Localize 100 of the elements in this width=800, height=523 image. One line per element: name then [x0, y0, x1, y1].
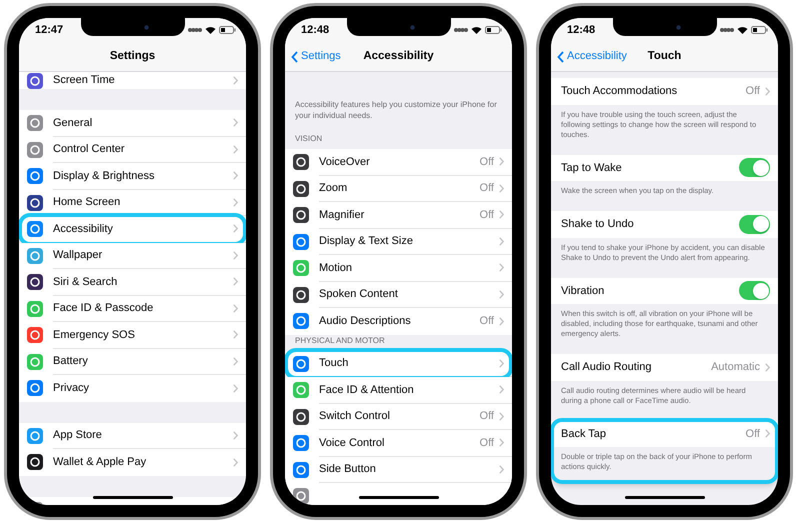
row-label: Display & Brightness — [53, 168, 156, 184]
row-label: Spoken Content — [319, 287, 399, 302]
settings-row[interactable]: VoiceOver Off — [285, 149, 512, 176]
row-label: Screen Time — [53, 73, 116, 88]
row-label: Call Audio Routing — [561, 360, 653, 375]
wifi-icon — [737, 26, 748, 34]
chevron-icon — [233, 330, 238, 340]
settings-row[interactable]: Accessibility — [19, 216, 246, 242]
settings-row[interactable]: Call Audio Routing Automatic — [551, 354, 778, 380]
row-label: Touch — [319, 356, 350, 371]
row-label: Face ID & Passcode — [53, 301, 154, 316]
settings-row[interactable]: Shake to Undo — [551, 211, 778, 238]
chevron-icon — [499, 157, 504, 166]
settings-row[interactable]: Side Button — [285, 456, 512, 483]
row-label: Wallet & Apple Pay — [53, 455, 148, 470]
settings-row[interactable]: Touch Accommodations Off — [551, 78, 778, 104]
settings-row[interactable]: Spoken Content — [285, 282, 512, 308]
row-label: Accessibility — [53, 222, 114, 236]
row-value: Off — [480, 409, 494, 424]
wifi-icon — [205, 26, 216, 34]
row-value: Automatic — [711, 360, 760, 375]
status-time: 12:48 — [567, 22, 596, 38]
row-label: Audio Descriptions — [319, 314, 412, 329]
settings-row[interactable]: General — [19, 110, 246, 136]
chevron-icon — [233, 277, 238, 286]
settings-row[interactable]: Siri & Search — [19, 269, 246, 296]
status-time: 12:48 — [301, 22, 330, 38]
description-text: Accessibility features help you customize your iPhone for your individual needs. — [294, 99, 498, 122]
settings-row[interactable]: Emergency SOS — [19, 322, 246, 348]
settings-row[interactable]: Tap to Wake — [551, 154, 778, 181]
settings-row[interactable]: Vibration — [551, 278, 778, 304]
row-label: Wallpaper — [53, 248, 104, 263]
row-label: Privacy — [53, 381, 90, 396]
row-label: Vibration — [561, 284, 606, 298]
row-label: App Store — [53, 428, 103, 443]
chevron-icon — [499, 438, 504, 448]
toggle-switch[interactable] — [739, 281, 770, 300]
settings-row[interactable]: Wallet & Apple Pay — [19, 449, 246, 476]
toggle-switch[interactable] — [739, 214, 770, 234]
row-label: Display & Text Size — [319, 234, 414, 249]
chevron-icon — [233, 250, 238, 260]
settings-row[interactable]: Motion — [285, 255, 512, 282]
chevron-icon — [765, 86, 770, 96]
chevron-icon — [765, 429, 770, 438]
settings-row[interactable]: Audio Descriptions Off — [285, 308, 512, 334]
camera-icon — [144, 24, 149, 30]
row-label: Home Screen — [53, 195, 122, 210]
row-label: Touch Accommodations — [561, 84, 678, 99]
chevron-icon — [233, 118, 238, 128]
settings-row[interactable]: Privacy — [19, 375, 246, 402]
settings-row[interactable]: Display & Text Size — [285, 228, 512, 255]
signal-icon — [188, 28, 202, 32]
section-header: VISION — [294, 133, 324, 145]
settings-row[interactable]: Control Center — [19, 136, 246, 163]
back-chevron-icon — [557, 50, 564, 62]
settings-row[interactable]: Display & Brightness — [19, 163, 246, 190]
chevron-icon — [499, 263, 504, 272]
row-label: Battery — [53, 354, 89, 369]
settings-row[interactable]: Back Tap Off — [551, 420, 778, 447]
chevron-icon — [499, 316, 504, 326]
row-label: VoiceOver — [319, 154, 371, 170]
settings-row[interactable]: App Store — [19, 422, 246, 449]
row-label: Tap to Wake — [561, 160, 623, 176]
back-chevron-icon — [291, 50, 298, 62]
row-value: Off — [480, 314, 494, 329]
chevron-icon — [499, 385, 504, 394]
settings-row[interactable]: Voice Control Off — [285, 430, 512, 456]
settings-row[interactable]: Switch Control Off — [285, 404, 512, 430]
settings-row[interactable]: Face ID & Attention — [285, 377, 512, 404]
row-label: Control Center — [53, 142, 126, 157]
section-header: PHYSICAL AND MOTOR — [294, 334, 386, 346]
row-label: Side Button — [319, 462, 377, 477]
battery-icon — [485, 26, 502, 34]
row-label: Emergency SOS — [53, 328, 136, 342]
row-value: Off — [480, 181, 494, 196]
toggle-switch[interactable] — [739, 158, 770, 178]
row-label: Switch Control — [319, 409, 391, 424]
row-value: Off — [480, 154, 494, 170]
settings-row[interactable]: Battery — [19, 348, 246, 375]
nav-title: Accessibility — [363, 48, 434, 64]
row-value: Off — [480, 436, 494, 450]
row-value: Off — [746, 426, 760, 442]
settings-row[interactable]: Face ID & Passcode — [19, 296, 246, 322]
back-link[interactable]: Settings — [291, 48, 341, 65]
settings-row[interactable]: Zoom Off — [285, 176, 512, 202]
signal-icon — [720, 28, 734, 32]
row-label: Back Tap — [561, 426, 608, 442]
row-label: Siri & Search — [53, 274, 118, 290]
chevron-icon — [233, 356, 238, 366]
back-link[interactable]: Accessibility — [557, 48, 627, 65]
row-label: Zoom — [319, 181, 348, 196]
chevron-icon — [499, 184, 504, 193]
chevron-icon — [233, 76, 238, 85]
row-label: Motion — [319, 260, 354, 276]
battery-icon — [219, 26, 236, 34]
nav-title: Touch — [648, 48, 682, 64]
settings-row[interactable]: Screen Time — [19, 72, 246, 89]
settings-row[interactable]: Wallpaper — [19, 242, 246, 269]
chevron-icon — [499, 236, 504, 246]
settings-row[interactable]: Magnifier Off — [285, 202, 512, 228]
